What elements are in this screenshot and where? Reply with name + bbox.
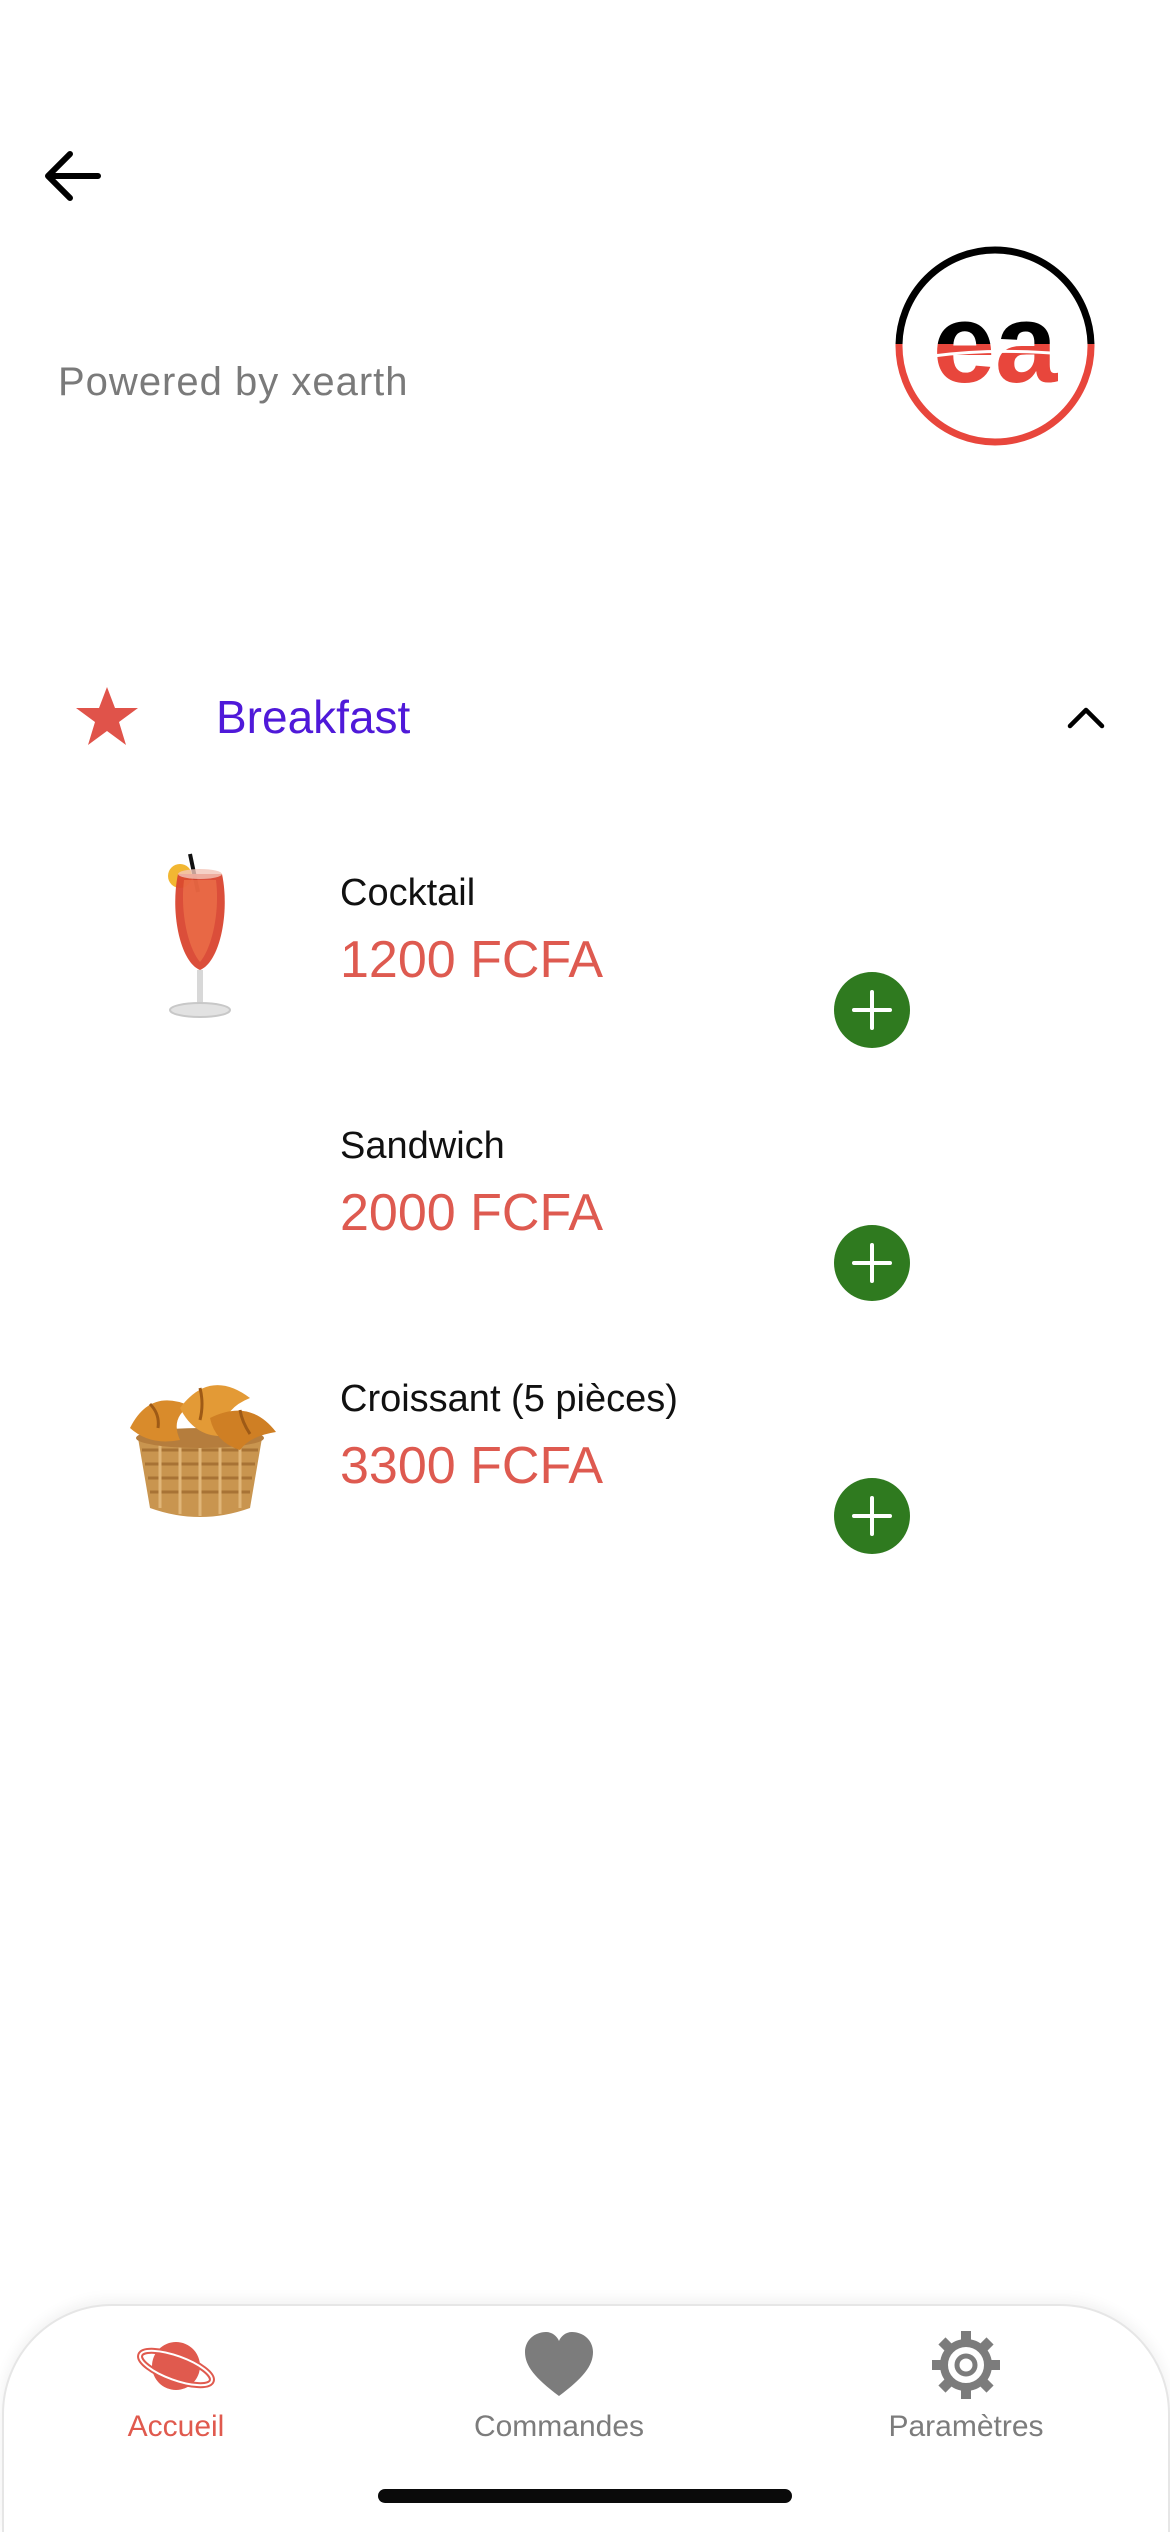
tab-accueil[interactable]: Accueil <box>26 2330 326 2450</box>
heart-icon <box>525 2332 593 2396</box>
tab-parametres[interactable]: Paramètres <box>816 2330 1116 2450</box>
item-price: 2000 FCFA <box>340 1184 604 1242</box>
add-to-cart-button[interactable] <box>834 972 910 1048</box>
tab-commandes[interactable]: Commandes <box>409 2330 709 2450</box>
back-button[interactable] <box>36 140 108 212</box>
star-icon <box>76 687 138 745</box>
add-to-cart-button[interactable] <box>834 1225 910 1301</box>
plus-icon <box>852 1243 892 1283</box>
item-name: Cocktail <box>340 872 476 914</box>
list-item[interactable]: Croissant (5 pièces) 3300 FCFA <box>0 1358 1170 1578</box>
home-indicator[interactable] <box>378 2489 792 2503</box>
tab-label: Paramètres <box>888 2410 1044 2443</box>
category-breakfast-header[interactable]: Breakfast <box>0 670 1170 765</box>
brand-logo: ea ea <box>895 246 1095 446</box>
powered-by-label: Powered by xearth <box>58 360 409 404</box>
item-name: Croissant (5 pièces) <box>340 1378 678 1420</box>
add-to-cart-button[interactable] <box>834 1478 910 1554</box>
tab-label: Accueil <box>127 2410 225 2443</box>
cocktail-image <box>168 853 231 1018</box>
croissant-basket-image <box>130 1385 276 1517</box>
list-item[interactable]: Sandwich 2000 FCFA <box>0 1105 1170 1325</box>
arrow-left-icon <box>45 151 101 201</box>
item-name: Sandwich <box>340 1125 505 1167</box>
item-price: 3300 FCFA <box>340 1437 604 1495</box>
plus-icon <box>852 990 892 1030</box>
chevron-up-icon[interactable] <box>1062 694 1110 742</box>
planet-icon <box>137 2342 215 2390</box>
gear-icon <box>932 2331 1000 2399</box>
item-price: 1200 FCFA <box>340 931 604 989</box>
plus-icon <box>852 1496 892 1536</box>
tab-label: Commandes <box>473 2410 645 2443</box>
menu-screen: Powered by xearth ea ea Breakfast <box>0 0 1170 2532</box>
category-title: Breakfast <box>216 691 411 743</box>
list-item[interactable]: Cocktail 1200 FCFA <box>0 852 1170 1072</box>
